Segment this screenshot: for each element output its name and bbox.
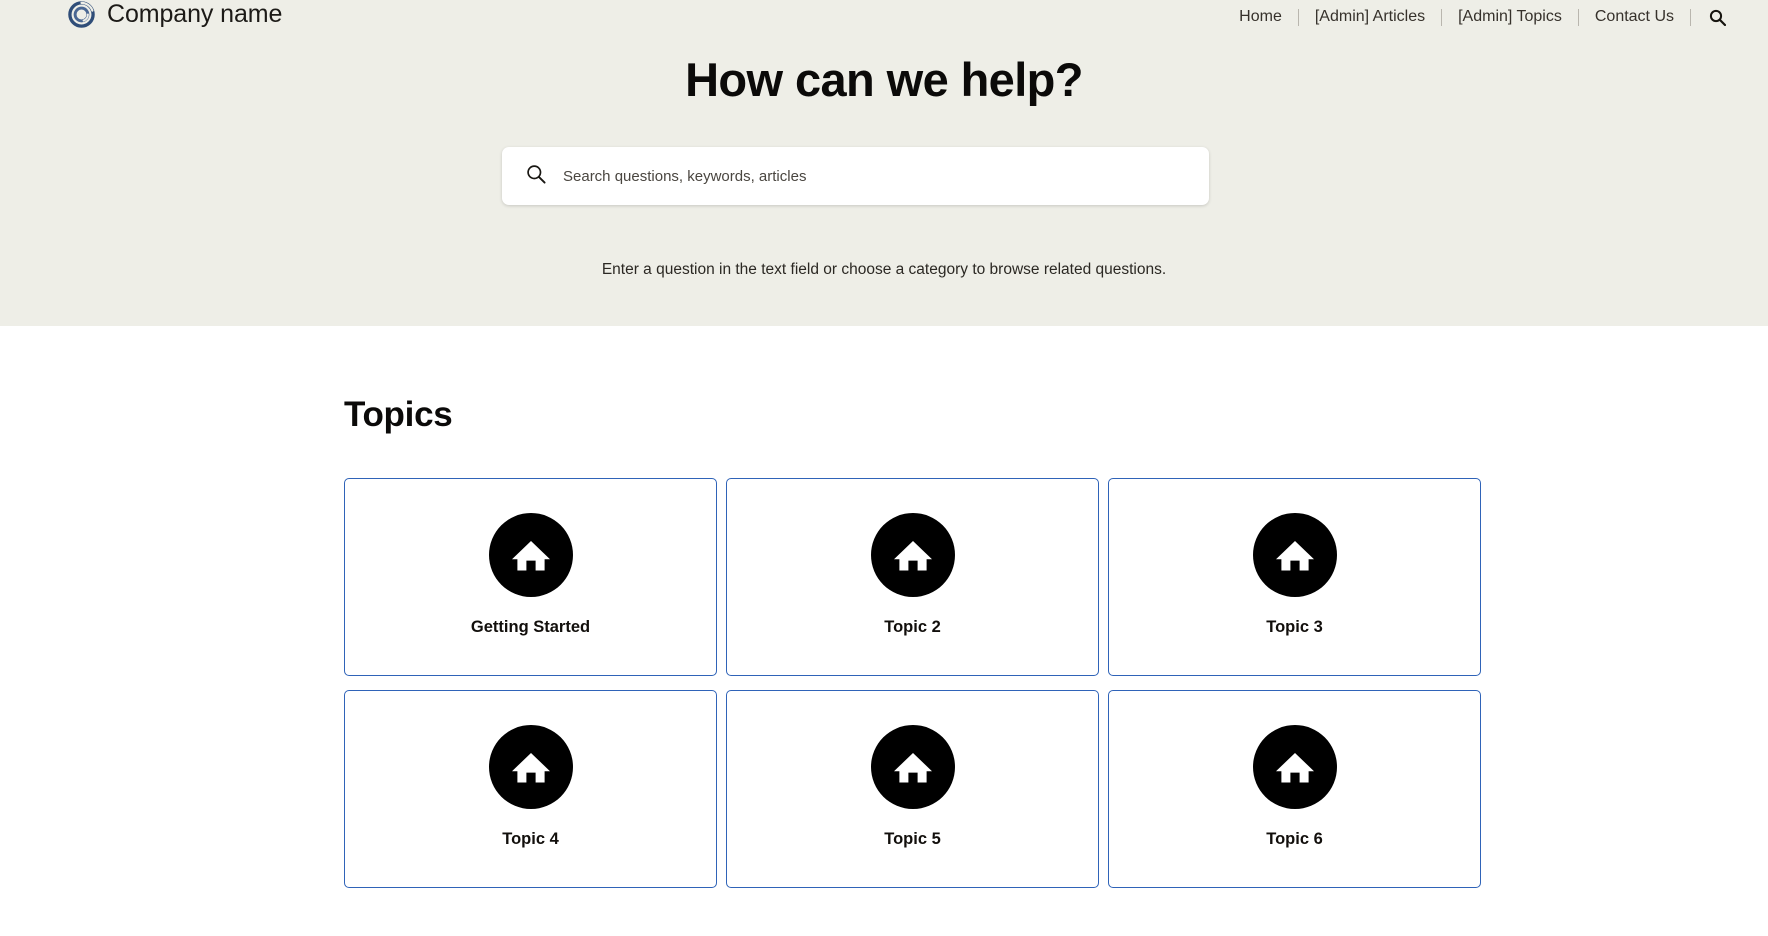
topic-card-topic-3[interactable]: Topic 3 (1108, 478, 1481, 676)
nav-item-home[interactable]: Home (1223, 7, 1298, 27)
topic-card-label: Topic 5 (884, 830, 941, 848)
nav-item-admin-topics[interactable]: [Admin] Topics (1442, 7, 1578, 27)
topic-card-topic-5[interactable]: Topic 5 (726, 690, 1099, 888)
brand-home-link[interactable]: Company name (68, 1, 282, 28)
top-navigation-bar: Company name Home [Admin] Articles [Admi… (0, 0, 1768, 34)
home-icon (1252, 725, 1337, 809)
topic-card-topic-6[interactable]: Topic 6 (1108, 690, 1481, 888)
topic-card-label: Topic 4 (502, 830, 559, 848)
hero-subtitle: Enter a question in the text field or ch… (601, 261, 1167, 278)
nav-item-admin-articles[interactable]: [Admin] Articles (1299, 7, 1441, 27)
nav-search-icon-button[interactable] (1691, 9, 1740, 26)
topic-card-label: Getting Started (470, 618, 591, 636)
topic-card-topic-4[interactable]: Topic 4 (344, 690, 717, 888)
topic-card-getting-started[interactable]: Getting Started (344, 478, 717, 676)
search-input[interactable] (563, 147, 1209, 205)
topics-grid: Getting Started Topic 2 Topic 3 Topic 4 … (344, 478, 1482, 888)
home-icon (1252, 513, 1337, 597)
main-nav: Home [Admin] Articles [Admin] Topics Con… (1223, 0, 1740, 34)
topic-card-topic-2[interactable]: Topic 2 (726, 478, 1099, 676)
hero-search-box[interactable] (502, 147, 1209, 205)
home-icon (870, 513, 955, 597)
search-icon (526, 164, 546, 189)
topic-card-label: Topic 6 (1266, 830, 1323, 848)
brand-name-label: Company name (107, 0, 283, 28)
search-icon (1709, 9, 1726, 26)
topic-card-label: Topic 2 (884, 618, 941, 636)
nav-item-contact-us[interactable]: Contact Us (1579, 7, 1690, 27)
topics-heading: Topics (344, 395, 453, 434)
page-title: How can we help? (685, 53, 1083, 106)
home-icon (488, 725, 573, 809)
spiral-ring-logo-icon (68, 1, 95, 28)
hero-section: Company name Home [Admin] Articles [Admi… (0, 0, 1768, 326)
home-icon (870, 725, 955, 809)
home-icon (488, 513, 573, 597)
topic-card-label: Topic 3 (1266, 618, 1323, 636)
